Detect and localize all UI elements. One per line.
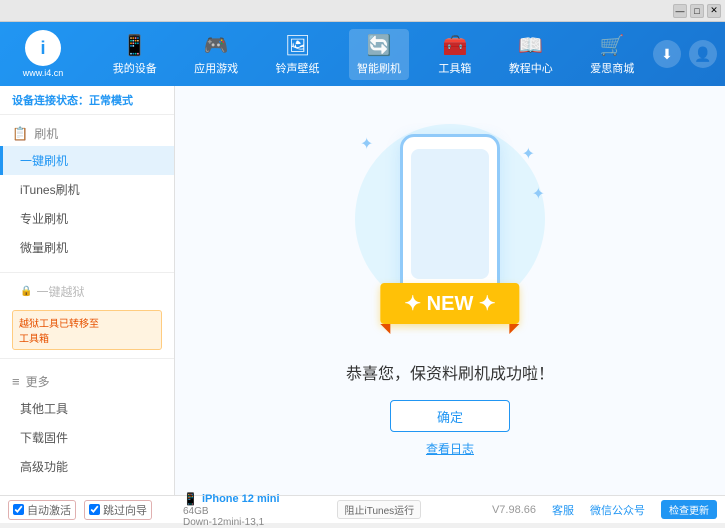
header: i www.i4.cn 📱 我的设备 🎮 应用游戏 🖼 铃声壁纸 🔄 智能刷机 🧰 工具箱 📖 教程中…: [0, 22, 725, 86]
log-link[interactable]: 查看日志: [426, 440, 474, 457]
auto-activate-input[interactable]: [13, 504, 24, 515]
bottom-bar: 自动激活 跳过向导 📱 iPhone 12 mini 64GB Down-12m…: [0, 495, 725, 523]
stop-itunes-button[interactable]: 阻止iTunes运行: [337, 500, 421, 519]
device-storage: 64GB: [183, 506, 337, 517]
nav-items: 📱 我的设备 🎮 应用游戏 🖼 铃声壁纸 🔄 智能刷机 🧰 工具箱 📖 教程中心 🛒 爱思商城: [94, 29, 653, 80]
sidebar-item-jailbreak-locked: 🔒 一键越狱: [0, 277, 174, 306]
more-section-header: ≡ 更多: [0, 369, 174, 394]
skip-wizard-input[interactable]: [89, 504, 100, 515]
download-icon[interactable]: ⬇: [653, 40, 681, 68]
flash-section: 📋 刷机 一键刷机 iTunes刷机 专业刷机 微量刷机: [0, 115, 174, 268]
nav-icon-toolbox: 🧰: [442, 33, 467, 58]
nav-item-smart-flash[interactable]: 🔄 智能刷机: [349, 29, 409, 80]
device-icon: 📱: [183, 492, 198, 506]
nav-label-apps: 应用游戏: [194, 60, 238, 76]
nav-label-toolbox: 工具箱: [438, 60, 471, 76]
nav-item-tutorial[interactable]: 📖 教程中心: [501, 29, 561, 80]
nav-label-tutorial: 教程中心: [509, 60, 553, 76]
auto-activate-checkbox[interactable]: 自动激活: [8, 500, 76, 520]
sparkle-1: ✦: [360, 134, 373, 154]
more-section: ≡ 更多 其他工具 下载固件 高级功能: [0, 363, 174, 487]
nav-item-toolbox[interactable]: 🧰 工具箱: [430, 29, 479, 80]
flash-section-header: 📋 刷机: [0, 121, 174, 146]
nav-item-my-device[interactable]: 📱 我的设备: [105, 29, 165, 80]
nav-item-store[interactable]: 🛒 爱思商城: [582, 29, 642, 80]
sidebar-item-itunes-flash[interactable]: iTunes刷机: [0, 175, 174, 204]
skip-wizard-checkbox[interactable]: 跳过向导: [84, 500, 152, 520]
confirm-button[interactable]: 确定: [390, 400, 510, 432]
logo-subtext: www.i4.cn: [23, 68, 64, 78]
version-text: V7.98.66: [492, 504, 536, 516]
status-label: 设备连接状态：: [12, 95, 89, 107]
main-layout: 设备连接状态：正常模式 📋 刷机 一键刷机 iTunes刷机 专业刷机 微量刷机…: [0, 86, 725, 495]
sidebar-item-download-fw[interactable]: 下载固件: [0, 423, 174, 452]
nav-icon-wallpaper: 🖼: [285, 33, 310, 58]
nav-label-wallpaper: 铃声壁纸: [276, 60, 320, 76]
flash-section-label: 刷机: [34, 125, 58, 142]
sidebar-divider-1: [0, 272, 174, 273]
skip-wizard-label: 跳过向导: [103, 502, 147, 518]
nav-item-apps[interactable]: 🎮 应用游戏: [186, 29, 246, 80]
auto-activate-label: 自动激活: [27, 502, 71, 518]
sparkle-2: ✦: [522, 144, 535, 164]
sidebar-item-pro-flash[interactable]: 专业刷机: [0, 204, 174, 233]
lock-icon: 🔒: [20, 286, 32, 297]
sidebar-item-save-flash[interactable]: 微量刷机: [0, 233, 174, 262]
sidebar-divider-2: [0, 358, 174, 359]
nav-item-wallpaper[interactable]: 🖼 铃声壁纸: [268, 29, 328, 80]
nav-icon-my-device: 📱: [122, 33, 147, 58]
update-button[interactable]: 检查更新: [661, 500, 717, 519]
sidebar-item-other-tools[interactable]: 其他工具: [0, 394, 174, 423]
more-section-icon: ≡: [12, 374, 20, 389]
status-value: 正常模式: [89, 95, 133, 107]
new-ribbon-badge: ✦ NEW ✦: [380, 283, 519, 324]
device-name: iPhone 12 mini: [202, 493, 280, 505]
nav-label-my-device: 我的设备: [113, 60, 157, 76]
success-illustration: ✦ NEW ✦ ✦ ✦ ✦: [350, 124, 550, 344]
nav-label-store: 爱思商城: [590, 60, 634, 76]
more-section-label: 更多: [26, 373, 50, 390]
flash-section-icon: 📋: [12, 126, 28, 142]
device-info-area: 📱 iPhone 12 mini 64GB Down-12mini-13,1: [183, 492, 337, 528]
sidebar-item-advanced[interactable]: 高级功能: [0, 452, 174, 481]
warning-line2: 工具箱: [19, 330, 155, 345]
bottom-left: 自动激活 跳过向导: [8, 500, 183, 520]
logo-area: i www.i4.cn: [8, 30, 78, 78]
titlebar: — □ ✕: [0, 0, 725, 22]
nav-icon-apps: 🎮: [204, 33, 229, 58]
maximize-button[interactable]: □: [690, 4, 704, 18]
sparkle-3: ✦: [532, 184, 545, 204]
nav-icon-tutorial: 📖: [518, 33, 543, 58]
locked-label: 一键越狱: [36, 283, 84, 300]
content-area: ✦ NEW ✦ ✦ ✦ ✦ 恭喜您，保资料刷机成功啦！ 确定 查看日志: [175, 86, 725, 495]
logo-icon: i: [25, 30, 61, 66]
minimize-button[interactable]: —: [673, 4, 687, 18]
nav-icon-store: 🛒: [600, 33, 625, 58]
close-button[interactable]: ✕: [707, 4, 721, 18]
status-bar: 设备连接状态：正常模式: [0, 86, 174, 115]
nav-icon-smart-flash: 🔄: [367, 33, 392, 58]
bottom-right: V7.98.66 客服 微信公众号 检查更新: [492, 500, 717, 519]
service-link[interactable]: 客服: [552, 502, 574, 518]
nav-label-smart-flash: 智能刷机: [357, 60, 401, 76]
device-model: Down-12mini-13,1: [183, 517, 337, 528]
header-right: ⬇ 👤: [653, 40, 717, 68]
sidebar: 设备连接状态：正常模式 📋 刷机 一键刷机 iTunes刷机 专业刷机 微量刷机…: [0, 86, 175, 495]
user-icon[interactable]: 👤: [689, 40, 717, 68]
phone-screen: [411, 149, 489, 279]
bottom-center: 阻止iTunes运行: [337, 500, 491, 519]
wechat-link[interactable]: 微信公众号: [590, 502, 645, 518]
warning-line1: 越狱工具已转移至: [19, 315, 155, 330]
sidebar-item-one-key-flash[interactable]: 一键刷机: [0, 146, 174, 175]
success-text: 恭喜您，保资料刷机成功啦！: [346, 360, 554, 384]
jailbreak-warning: 越狱工具已转移至 工具箱: [12, 310, 162, 350]
